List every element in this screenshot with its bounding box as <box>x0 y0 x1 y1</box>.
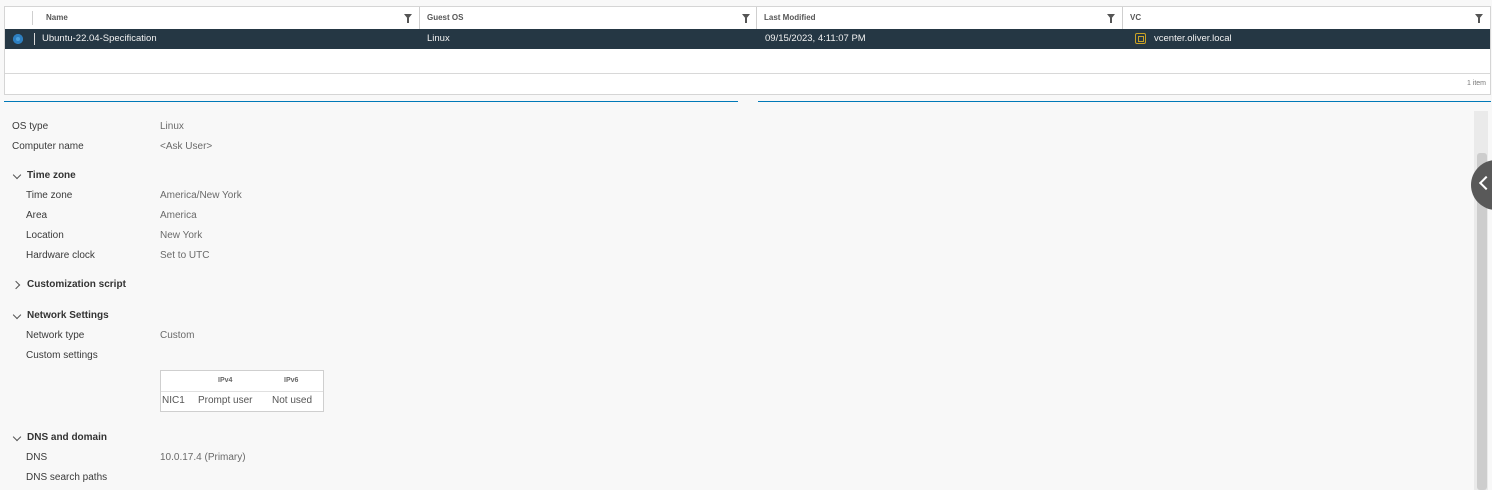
spec-details-panel: OS type Linux Computer name <Ask User> T… <box>0 104 1474 490</box>
filter-icon[interactable] <box>742 14 750 23</box>
chevron-right-icon[interactable] <box>12 278 22 292</box>
datagrid-empty-area <box>5 49 1490 75</box>
time-zone-label: Time zone <box>26 190 73 201</box>
table-row[interactable]: Ubuntu-22.04-Specification Linux 09/15/2… <box>5 29 1490 49</box>
section-network-settings-title[interactable]: Network Settings <box>27 309 109 323</box>
nic-ipv6-value: Not used <box>272 395 313 406</box>
hardware-clock-value: Set to UTC <box>160 250 210 261</box>
chevron-down-icon[interactable] <box>12 309 22 323</box>
nic-header-ipv4: IPv4 <box>218 377 233 384</box>
dns-label: DNS <box>26 452 48 463</box>
column-header-label: VC <box>1130 13 1142 22</box>
os-type-value: Linux <box>160 121 184 132</box>
column-header-label: Guest OS <box>427 13 464 22</box>
filter-icon[interactable] <box>1475 14 1483 23</box>
computer-name-label: Computer name <box>12 141 84 152</box>
filter-icon[interactable] <box>404 14 412 23</box>
column-header-last-modified[interactable]: Last Modified <box>756 7 1122 29</box>
vcenter-icon <box>1135 33 1146 44</box>
datagrid-header: Name Guest OS Last Modified VC <box>5 7 1490 30</box>
area-label: Area <box>26 210 48 221</box>
section-time-zone-title[interactable]: Time zone <box>27 169 76 183</box>
datagrid-footer: 1 item <box>5 73 1490 94</box>
dns-search-paths-label: DNS search paths <box>26 472 108 483</box>
column-header-guest-os[interactable]: Guest OS <box>419 7 756 29</box>
column-separator <box>32 11 33 25</box>
radio-selected-icon[interactable] <box>13 34 23 44</box>
time-zone-value: America/New York <box>160 190 242 201</box>
nic-ipv4-value: Prompt user <box>198 395 253 406</box>
area-value: America <box>160 210 197 221</box>
nic-header-ipv6: IPv6 <box>284 377 299 384</box>
row-separator <box>34 33 35 45</box>
cell-vc[interactable]: vcenter.oliver.local <box>1154 29 1232 49</box>
computer-name-value: <Ask User> <box>160 141 213 152</box>
column-header-label: Last Modified <box>764 13 816 22</box>
section-dns-domain-title[interactable]: DNS and domain <box>27 431 107 445</box>
network-type-label: Network type <box>26 330 85 341</box>
nic-table-header: IPv4 IPv6 <box>161 371 323 392</box>
column-header-label: Name <box>46 13 68 22</box>
chevron-down-icon[interactable] <box>12 431 22 445</box>
chevron-down-icon[interactable] <box>12 169 22 183</box>
dns-value: 10.0.17.4 (Primary) <box>160 452 246 463</box>
column-header-vc[interactable]: VC <box>1122 7 1490 29</box>
os-type-label: OS type <box>12 121 49 132</box>
nic-settings-table: IPv4 IPv6 NIC1 Prompt user Not used <box>160 370 324 412</box>
filter-icon[interactable] <box>1107 14 1115 23</box>
spec-datagrid: Name Guest OS Last Modified VC Ubuntu-22… <box>4 6 1491 95</box>
cell-last-modified: 09/15/2023, 4:11:07 PM <box>765 33 866 44</box>
hardware-clock-label: Hardware clock <box>26 250 95 261</box>
network-type-value: Custom <box>160 330 195 341</box>
section-customization-script-title[interactable]: Customization script <box>27 278 126 292</box>
location-label: Location <box>26 230 64 241</box>
nic-name: NIC1 <box>162 395 185 406</box>
cell-guest-os: Linux <box>427 33 450 44</box>
cell-name[interactable]: Ubuntu-22.04-Specification <box>42 29 157 49</box>
custom-settings-label: Custom settings <box>26 350 98 361</box>
column-header-name[interactable]: Name <box>39 7 419 29</box>
item-count: 1 item <box>1466 80 1486 87</box>
location-value: New York <box>160 230 203 241</box>
